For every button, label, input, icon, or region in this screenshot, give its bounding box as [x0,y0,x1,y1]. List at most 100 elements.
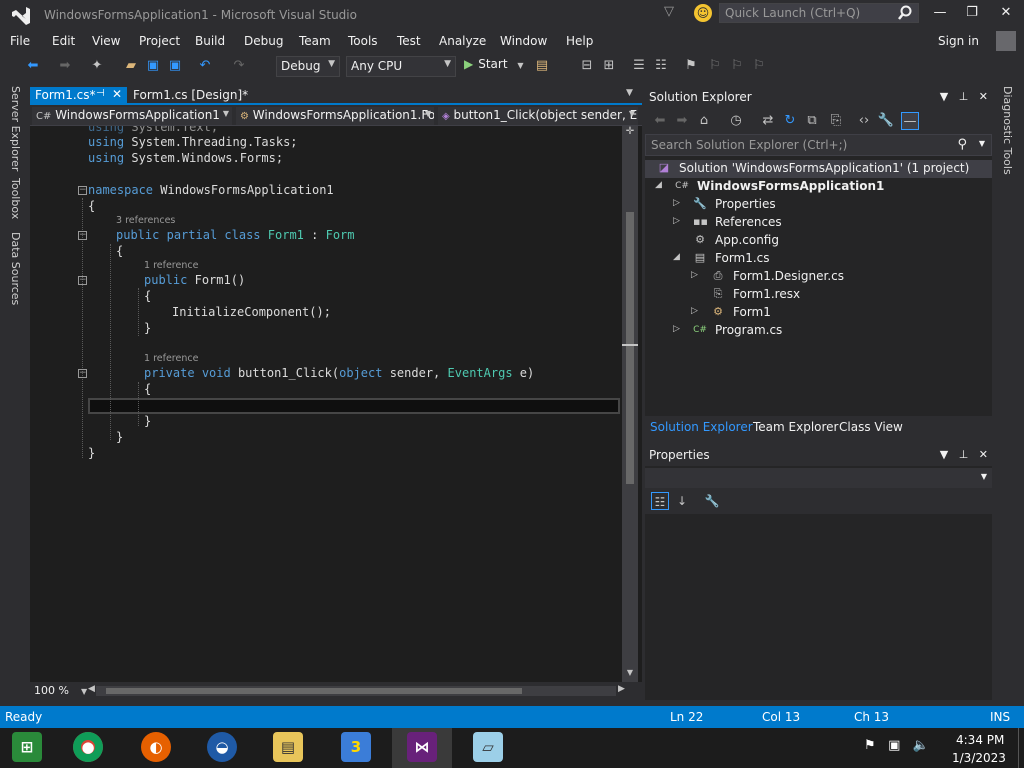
collapsed-arrow-icon[interactable]: ▷ [691,270,698,280]
tab-data-sources[interactable]: Data Sources [9,232,22,305]
expanded-arrow-icon[interactable]: ◢ [673,252,680,262]
project-dropdown[interactable]: C# WindowsFormsApplication1 ▼ [32,107,232,125]
split-window-icon[interactable]: ✛ [624,126,636,140]
close-icon[interactable]: ✕ [979,90,988,103]
collapse-all-icon[interactable]: ⧉ [803,112,821,130]
quick-launch-input[interactable]: Quick Launch (Ctrl+Q) [719,3,919,23]
bookmark-icon[interactable]: ⚑ [682,57,700,75]
collapse-namespace-icon[interactable]: − [78,186,87,195]
collapse-method-icon[interactable]: − [78,369,87,378]
member-dropdown[interactable]: ◈ button1_Click(object sender, E ▼ [438,107,638,125]
tab-diagnostic-tools[interactable]: Diagnostic Tools [1001,86,1014,175]
pin-icon[interactable]: ⊥ [959,448,969,461]
tree-item-form1-resx[interactable]: ⎘ Form1.resx [645,286,992,304]
menu-test[interactable]: Test [397,34,421,48]
window-position-icon[interactable]: ▼ [940,90,948,103]
tree-item-project[interactable]: ◢ C# WindowsFormsApplication1 [645,178,992,196]
menu-view[interactable]: View [92,34,120,48]
horizontal-scrollbar[interactable]: ◀ ▶ [88,684,625,696]
collapsed-arrow-icon[interactable]: ▷ [673,324,680,334]
expanded-arrow-icon[interactable]: ◢ [655,180,662,190]
sync-with-document-icon[interactable]: ⇄ [759,112,777,130]
zoom-select[interactable]: 100 % ▼ [34,684,87,697]
taskbar-app-media-center[interactable]: ⊞ [0,728,60,768]
window-position-icon[interactable]: ▼ [940,448,948,461]
codelens-references[interactable]: 3 references [116,215,175,226]
vertical-scrollbar[interactable]: ✛ ▼ [622,126,638,682]
categorized-icon[interactable]: ☷ [651,492,669,510]
feedback-filter-icon[interactable]: ▽ [664,4,678,20]
menu-build[interactable]: Build [195,34,225,48]
minimize-button[interactable]: — [930,5,950,23]
tree-item-references[interactable]: ▷ ▪▪ References [645,214,992,232]
home-icon[interactable]: ⌂ [695,112,713,130]
collapsed-arrow-icon[interactable]: ▷ [673,198,680,208]
network-icon[interactable]: ▣ [888,738,900,753]
tree-item-solution[interactable]: ◪ Solution 'WindowsFormsApplication1' (1… [645,160,992,178]
tree-item-program-cs[interactable]: ▷ C# Program.cs [645,322,992,340]
close-icon[interactable]: ✕ [979,448,988,461]
code-editor[interactable]: using System.Text; using System.Threadin… [30,126,642,682]
scroll-thumb[interactable] [626,212,634,484]
taskbar-app-firefox[interactable]: ◐ [126,728,186,768]
taskbar-app-file-explorer[interactable]: ▤ [258,728,318,768]
navigate-forward-icon[interactable]: ➡ [56,57,74,75]
menu-analyze[interactable]: Analyze [439,34,486,48]
clear-bookmarks-icon[interactable]: ⚐ [750,57,768,75]
align-left-icon[interactable]: ⊟ [578,57,596,75]
tab-server-explorer[interactable]: Server Explorer [9,86,22,171]
menu-project[interactable]: Project [139,34,180,48]
back-icon[interactable]: ⬅ [651,112,669,130]
tab-form1-design[interactable]: Form1.cs [Design]* [132,87,249,103]
preview-selected-items-icon[interactable]: — [901,112,919,130]
document-list-dropdown-icon[interactable]: ▼ [626,88,633,98]
refresh-icon[interactable]: ↻ [781,112,799,130]
taskbar-app-visual-studio[interactable]: ⋈ [392,728,452,768]
previous-bookmark-icon[interactable]: ⚐ [706,57,724,75]
menu-window[interactable]: Window [500,34,547,48]
show-all-files-icon[interactable]: ⎘ [827,112,845,130]
show-desktop-button[interactable] [1018,728,1024,768]
taskbar-app-3[interactable]: 3 [326,728,386,768]
collapsed-arrow-icon[interactable]: ▷ [691,306,698,316]
navigate-back-icon[interactable]: ⬅ [24,57,42,75]
scroll-right-icon[interactable]: ▶ [618,684,625,694]
tree-item-form1-designer[interactable]: ▷ ⎙ Form1.Designer.cs [645,268,992,286]
undo-icon[interactable]: ↶ [196,57,214,75]
start-debugging-button[interactable]: ▶ Start ▼ [464,57,524,77]
clock-time[interactable]: 4:34 PM [956,733,1004,747]
tree-item-form1-cs[interactable]: ◢ ▤ Form1.cs [645,250,992,268]
taskbar-app-chrome[interactable]: ● [58,728,118,768]
properties-wrench-icon[interactable]: 🔧 [877,112,895,130]
menu-team[interactable]: Team [299,34,331,48]
avatar[interactable] [996,31,1016,51]
property-pages-wrench-icon[interactable]: 🔧 [703,492,721,510]
close-tab-icon[interactable]: ✕ [112,87,122,101]
save-all-icon[interactable]: ▣ [166,57,184,75]
menu-tools[interactable]: Tools [348,34,378,48]
find-in-files-icon[interactable]: ▤ [533,57,551,75]
align-center-icon[interactable]: ⊞ [600,57,618,75]
volume-icon[interactable]: 🔈 [913,738,929,753]
tab-form1-cs[interactable]: Form1.cs* ⊣ ✕ [30,87,127,105]
menu-debug[interactable]: Debug [244,34,283,48]
search-icon[interactable] [897,5,913,21]
tab-toolbox[interactable]: Toolbox [9,178,22,219]
tree-item-app-config[interactable]: ⚙ App.config [645,232,992,250]
scroll-left-icon[interactable]: ◀ [88,684,95,694]
chevron-down-icon[interactable]: ▼ [979,139,985,148]
feedback-smiley-icon[interactable]: ☺ [694,4,712,22]
solution-configuration-select[interactable]: Debug ▼ [276,56,340,77]
search-icon[interactable]: ⚲ [957,137,967,152]
redo-icon[interactable]: ↷ [230,57,248,75]
menu-edit[interactable]: Edit [52,34,75,48]
codelens-references[interactable]: 1 reference [144,260,198,271]
menu-file[interactable]: File [10,34,30,48]
solution-platform-select[interactable]: Any CPU ▼ [346,56,456,77]
restore-button[interactable]: ❐ [962,5,982,23]
scroll-thumb[interactable] [106,688,522,694]
tree-item-form1-class[interactable]: ▷ ⚙ Form1 [645,304,992,322]
pending-changes-filter-icon[interactable]: ◷ [727,112,745,130]
forward-icon[interactable]: ➡ [673,112,691,130]
tab-team-explorer[interactable]: Team Explorer [753,420,839,434]
